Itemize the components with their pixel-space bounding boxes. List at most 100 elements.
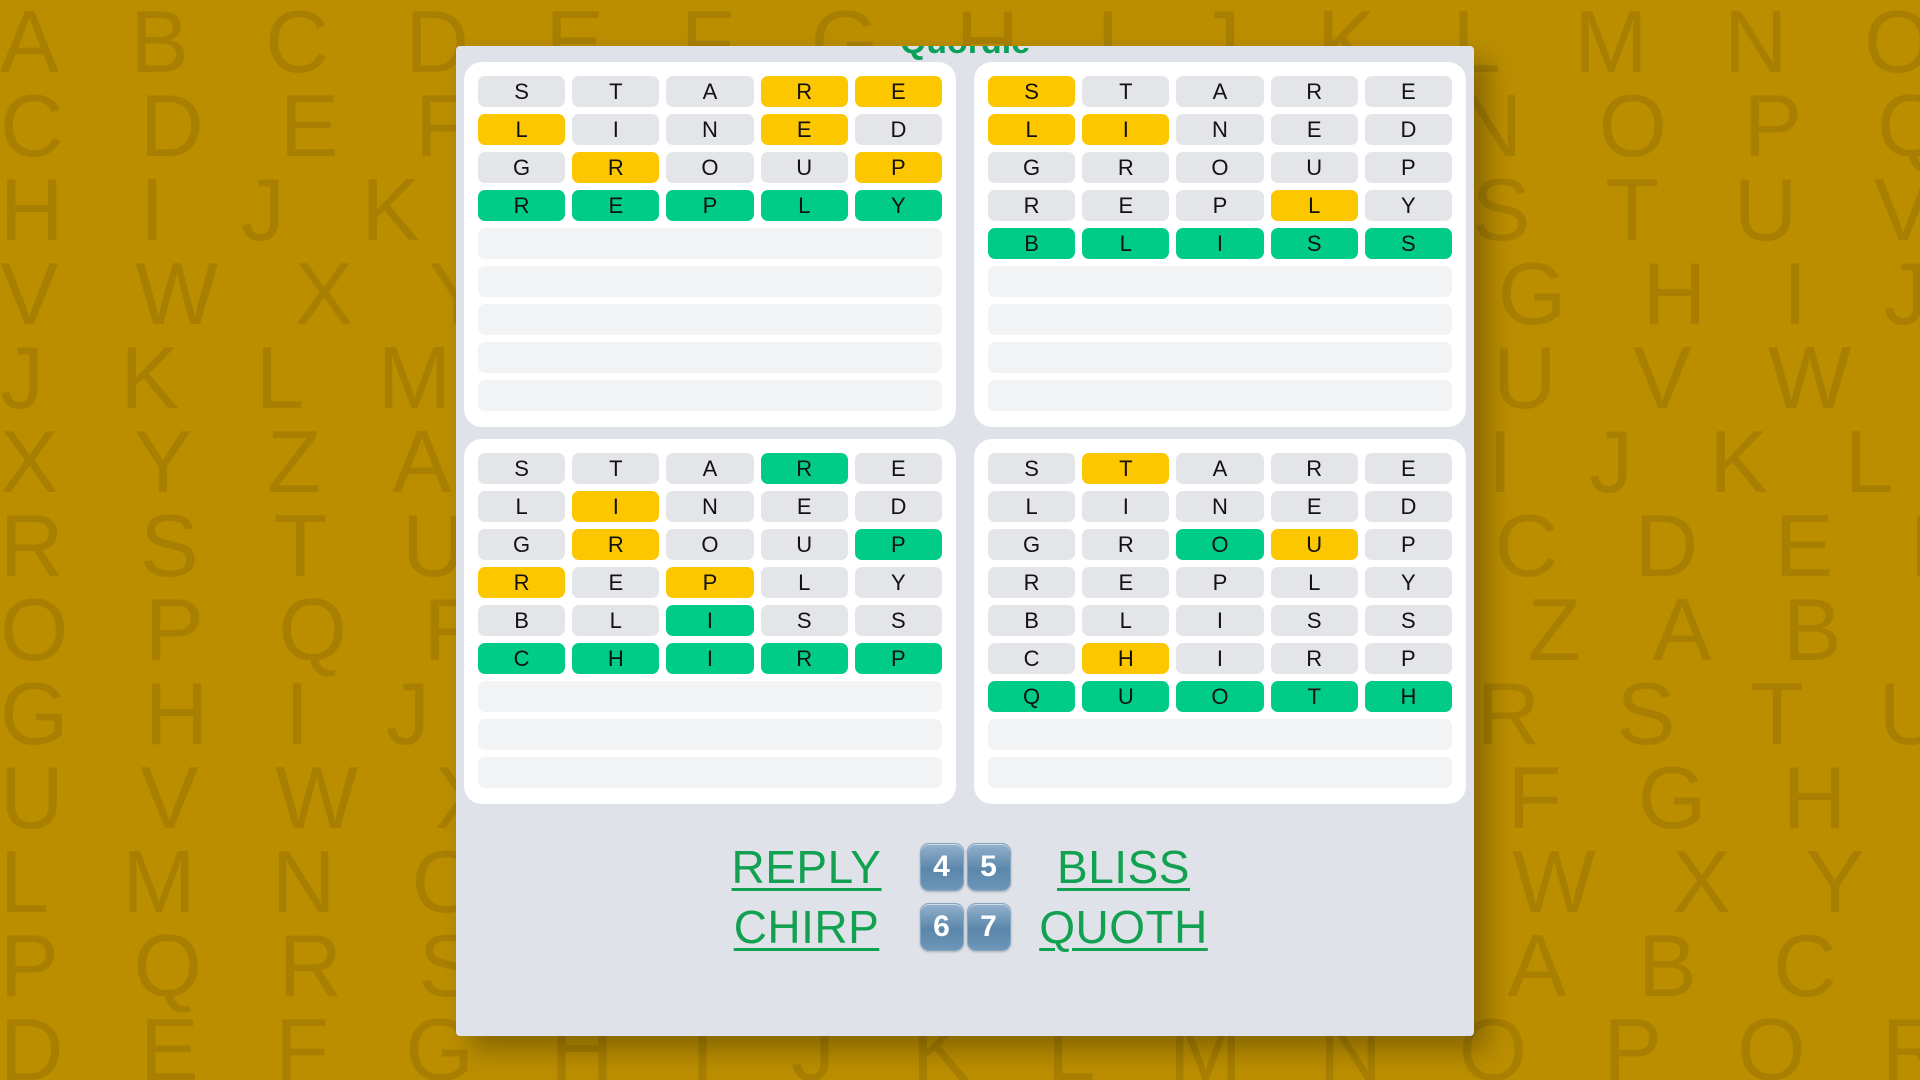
letter-tile-present: H — [1082, 643, 1170, 674]
letter-tile-absent: T — [572, 76, 660, 107]
letter-tile-absent: E — [1270, 114, 1358, 145]
letter-tile-absent: R — [1270, 643, 1358, 674]
letter-tile-correct: R — [760, 453, 848, 484]
letter-tile-absent: D — [1364, 114, 1452, 145]
letter-tile-correct: I — [1176, 228, 1264, 259]
empty-guess-row — [478, 266, 942, 297]
guess-row: LINED — [478, 491, 942, 522]
letter-tile-correct: R — [760, 643, 848, 674]
letter-tile-present: E — [760, 114, 848, 145]
letter-tile-absent: R — [1270, 453, 1358, 484]
guess-row: LINED — [988, 491, 1452, 522]
letter-tile-absent: Y — [1364, 190, 1452, 221]
letter-tile-absent: I — [1176, 643, 1264, 674]
letter-tile-absent: R — [988, 567, 1076, 598]
letter-tile-absent: P — [1364, 529, 1452, 560]
guess-row: GROUP — [988, 529, 1452, 560]
letter-tile-present: I — [1082, 114, 1170, 145]
empty-guess-row — [478, 719, 942, 750]
empty-guess-row — [988, 304, 1452, 335]
letter-tile-absent: S — [478, 453, 566, 484]
letter-tile-correct: Y — [854, 190, 942, 221]
guess-row: REPLY — [478, 567, 942, 598]
letter-tile-absent: L — [988, 491, 1076, 522]
letter-tile-present: L — [1270, 190, 1358, 221]
letter-tile-absent: U — [760, 529, 848, 560]
letter-tile-absent: E — [854, 453, 942, 484]
result-word-link[interactable]: CHIRP — [712, 900, 902, 954]
letter-tile-correct: S — [1270, 228, 1358, 259]
grid-bottom-right: STARELINEDGROUPREPLYBLISSCHIRPQUOTH — [974, 439, 1466, 804]
letter-tile-absent: T — [1082, 76, 1170, 107]
guess-row: GROUP — [478, 529, 942, 560]
letter-tile-absent: L — [760, 567, 848, 598]
letter-tile-absent: I — [1176, 605, 1264, 636]
letter-tile-correct: T — [1270, 681, 1358, 712]
letter-tile-correct: P — [854, 529, 942, 560]
score-badge-right: 7 — [966, 903, 1011, 951]
score-badge-left: 4 — [919, 843, 964, 891]
letter-tile-absent: B — [478, 605, 566, 636]
letter-tile-absent: A — [666, 453, 754, 484]
letter-tile-absent: E — [1364, 453, 1452, 484]
empty-guess-row — [988, 757, 1452, 788]
results-footer: REPLY 4 5 BLISS CHIRP 6 7 QUOTH — [456, 804, 1474, 1036]
letter-tile-absent: E — [1082, 567, 1170, 598]
letter-tile-present: L — [478, 114, 566, 145]
letter-tile-present: R — [760, 76, 848, 107]
empty-guess-row — [478, 304, 942, 335]
letter-tile-correct: B — [988, 228, 1076, 259]
letter-tile-absent: N — [1176, 491, 1264, 522]
guess-row: STARE — [478, 76, 942, 107]
letter-tile-correct: I — [666, 643, 754, 674]
letter-tile-correct: C — [478, 643, 566, 674]
letter-tile-correct: E — [572, 190, 660, 221]
letter-tile-absent: L — [1270, 567, 1358, 598]
result-word-link[interactable]: BLISS — [1029, 840, 1219, 894]
result-word-link[interactable]: QUOTH — [1029, 900, 1219, 954]
letter-tile-correct: S — [1364, 228, 1452, 259]
quordle-board-container: Quordle STARELINEDGROUPREPLYSTARELINEDGR… — [456, 46, 1474, 1036]
letter-tile-absent: L — [1082, 605, 1170, 636]
letter-tile-absent: C — [988, 643, 1076, 674]
grid-top-left: STARELINEDGROUPREPLY — [464, 62, 956, 427]
letter-tile-absent: S — [988, 453, 1076, 484]
letter-tile-present: L — [988, 114, 1076, 145]
letter-tile-absent: E — [1364, 76, 1452, 107]
letter-tile-present: R — [572, 529, 660, 560]
letter-tile-absent: A — [1176, 453, 1264, 484]
letter-tile-absent: G — [478, 152, 566, 183]
letter-tile-correct: I — [666, 605, 754, 636]
guess-row: STARE — [988, 453, 1452, 484]
grid-bottom-left: STARELINEDGROUPREPLYBLISSCHIRP — [464, 439, 956, 804]
letter-tile-absent: N — [666, 491, 754, 522]
guess-row: STARE — [988, 76, 1452, 107]
letter-tile-present: T — [1082, 453, 1170, 484]
letter-tile-absent: E — [1270, 491, 1358, 522]
letter-tile-absent: L — [572, 605, 660, 636]
guess-row: CHIRP — [988, 643, 1452, 674]
letter-tile-absent: G — [988, 529, 1076, 560]
result-word-link[interactable]: REPLY — [712, 840, 902, 894]
letter-tile-absent: R — [1270, 76, 1358, 107]
score-badge-pair: 67 — [919, 903, 1011, 951]
letter-tile-correct: P — [666, 190, 754, 221]
empty-guess-row — [478, 681, 942, 712]
letter-tile-correct: L — [1082, 228, 1170, 259]
letter-tile-absent: S — [854, 605, 942, 636]
letter-tile-present: E — [854, 76, 942, 107]
letter-tile-correct: O — [1176, 681, 1264, 712]
letter-tile-absent: N — [666, 114, 754, 145]
letter-tile-absent: E — [572, 567, 660, 598]
letter-tile-present: R — [572, 152, 660, 183]
letter-tile-absent: Y — [854, 567, 942, 598]
letter-tile-absent: E — [1082, 190, 1170, 221]
letter-tile-absent: B — [988, 605, 1076, 636]
grids-area: STARELINEDGROUPREPLYSTARELINEDGROUPREPLY… — [464, 62, 1466, 804]
empty-guess-row — [988, 342, 1452, 373]
letter-tile-absent: O — [666, 529, 754, 560]
letter-tile-absent: S — [1364, 605, 1452, 636]
letter-tile-present: U — [1270, 529, 1358, 560]
letter-tile-present: P — [666, 567, 754, 598]
guess-row: GROUP — [988, 152, 1452, 183]
